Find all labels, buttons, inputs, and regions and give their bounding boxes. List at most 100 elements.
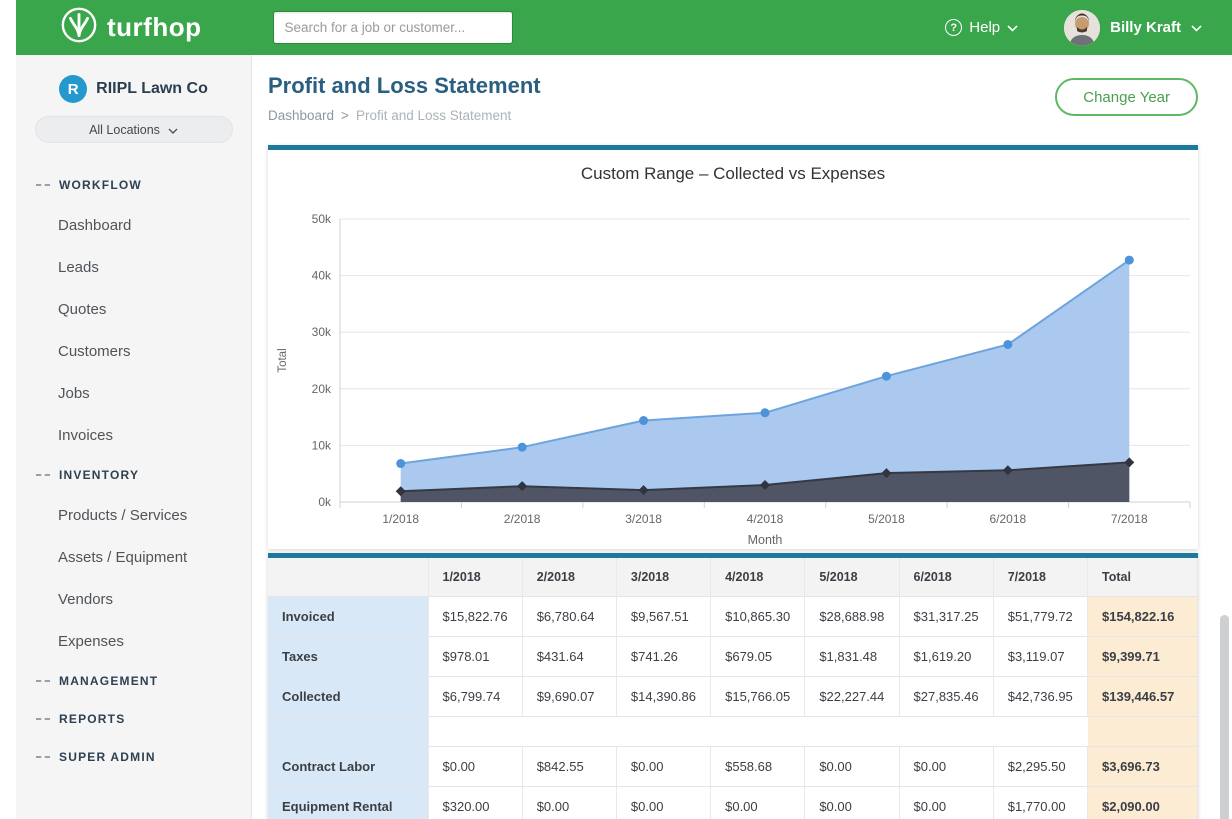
- sidebar-item-products-services[interactable]: Products / Services: [16, 494, 251, 536]
- breadcrumb: Dashboard > Profit and Loss Statement: [268, 108, 1198, 123]
- svg-text:40k: 40k: [312, 269, 332, 283]
- help-icon: ?: [945, 19, 962, 36]
- total-cell: $139,446.57: [1088, 676, 1198, 716]
- value-cell: $9,690.07: [522, 676, 616, 716]
- dashes-icon: [36, 474, 50, 476]
- value-cell: [428, 716, 522, 746]
- sidebar-item-customers[interactable]: Customers: [16, 330, 251, 372]
- svg-text:Total: Total: [277, 348, 289, 372]
- column-header: Total: [1088, 558, 1198, 596]
- location-selector[interactable]: All Locations: [35, 116, 233, 143]
- value-cell: [805, 716, 899, 746]
- total-cell: $9,399.71: [1088, 636, 1198, 676]
- sidebar-section-label: MANAGEMENT: [59, 674, 158, 688]
- breadcrumb-separator: >: [341, 108, 349, 123]
- help-label: Help: [969, 19, 1000, 36]
- total-cell: $154,822.16: [1088, 596, 1198, 636]
- sidebar-item-assets-equipment[interactable]: Assets / Equipment: [16, 536, 251, 578]
- sidebar-section-inventory[interactable]: INVENTORY: [16, 456, 251, 494]
- sidebar-section-workflow[interactable]: WORKFLOW: [16, 166, 251, 204]
- user-name: Billy Kraft: [1110, 19, 1181, 36]
- value-cell: $51,779.72: [993, 596, 1087, 636]
- help-menu[interactable]: ? Help: [945, 19, 1018, 36]
- chevron-down-icon: [1191, 19, 1202, 36]
- sidebar-item-quotes[interactable]: Quotes: [16, 288, 251, 330]
- column-header: 6/2018: [899, 558, 993, 596]
- value-cell: [522, 716, 616, 746]
- value-cell: $6,780.64: [522, 596, 616, 636]
- sidebar-section-label: WORKFLOW: [59, 178, 142, 192]
- dashes-icon: [36, 680, 50, 682]
- value-cell: $15,766.05: [711, 676, 805, 716]
- value-cell: $679.05: [711, 636, 805, 676]
- sidebar-item-dashboard[interactable]: Dashboard: [16, 204, 251, 246]
- svg-text:7/2018: 7/2018: [1111, 512, 1148, 526]
- dashes-icon: [36, 184, 50, 186]
- table-row: Equipment Rental$320.00$0.00$0.00$0.00$0…: [268, 786, 1198, 819]
- value-cell: $1,619.20: [899, 636, 993, 676]
- sidebar-item-leads[interactable]: Leads: [16, 246, 251, 288]
- svg-text:30k: 30k: [312, 325, 332, 339]
- value-cell: $0.00: [616, 786, 710, 819]
- sidebar-item-expenses[interactable]: Expenses: [16, 620, 251, 662]
- turfhop-grass-icon: [60, 6, 98, 49]
- chevron-down-icon: [1007, 19, 1018, 36]
- value-cell: $741.26: [616, 636, 710, 676]
- vertical-scrollbar-thumb[interactable]: [1220, 615, 1229, 819]
- column-header: 2/2018: [522, 558, 616, 596]
- sidebar-section-reports[interactable]: REPORTS: [16, 700, 251, 738]
- svg-text:1/2018: 1/2018: [382, 512, 419, 526]
- sidebar-item-invoices[interactable]: Invoices: [16, 414, 251, 456]
- sidebar-item-jobs[interactable]: Jobs: [16, 372, 251, 414]
- value-cell: $0.00: [711, 786, 805, 819]
- row-label-cell: [268, 716, 428, 746]
- sidebar-section-label: SUPER ADMIN: [59, 750, 156, 764]
- svg-text:4/2018: 4/2018: [747, 512, 784, 526]
- company-header: R RIIPL Lawn Co: [16, 55, 251, 103]
- value-cell: $28,688.98: [805, 596, 899, 636]
- sidebar-section-management[interactable]: MANAGEMENT: [16, 662, 251, 700]
- sidebar-nav: WORKFLOW DashboardLeadsQuotesCustomersJob…: [16, 166, 251, 776]
- user-menu[interactable]: Billy Kraft: [1064, 10, 1202, 46]
- sidebar-section-super-admin[interactable]: SUPER ADMIN: [16, 738, 251, 776]
- value-cell: $558.68: [711, 746, 805, 786]
- location-selector-label: All Locations: [89, 123, 160, 137]
- change-year-button[interactable]: Change Year: [1055, 78, 1198, 116]
- search-input[interactable]: [273, 11, 513, 44]
- value-cell: $42,736.95: [993, 676, 1087, 716]
- svg-text:6/2018: 6/2018: [990, 512, 1027, 526]
- value-cell: $978.01: [428, 636, 522, 676]
- page: turfhop ? Help Billy Kraft: [0, 0, 1232, 819]
- logo-text: turfhop: [107, 12, 201, 43]
- chart-title: Custom Range – Collected vs Expenses: [268, 164, 1198, 188]
- dashes-icon: [36, 718, 50, 720]
- value-cell: $6,799.74: [428, 676, 522, 716]
- breadcrumb-dashboard-link[interactable]: Dashboard: [268, 108, 334, 123]
- column-header: 5/2018: [805, 558, 899, 596]
- turfhop-logo[interactable]: turfhop: [60, 6, 201, 49]
- value-cell: $9,567.51: [616, 596, 710, 636]
- breadcrumb-current: Profit and Loss Statement: [356, 108, 511, 123]
- value-cell: $22,227.44: [805, 676, 899, 716]
- value-cell: $15,822.76: [428, 596, 522, 636]
- value-cell: $0.00: [428, 746, 522, 786]
- dashes-icon: [36, 756, 50, 758]
- collected-vs-expenses-chart: 0k10k20k30k40k50k1/20182/20183/20184/201…: [268, 196, 1198, 548]
- table-row: Collected$6,799.74$9,690.07$14,390.86$15…: [268, 676, 1198, 716]
- avatar: [1064, 10, 1100, 46]
- column-header: 4/2018: [711, 558, 805, 596]
- value-cell: [711, 716, 805, 746]
- value-cell: $0.00: [616, 746, 710, 786]
- column-header: 7/2018: [993, 558, 1087, 596]
- total-cell: $3,696.73: [1088, 746, 1198, 786]
- value-cell: [899, 716, 993, 746]
- sidebar-item-vendors[interactable]: Vendors: [16, 578, 251, 620]
- svg-text:0k: 0k: [318, 495, 332, 509]
- sidebar-section-label: REPORTS: [59, 712, 125, 726]
- svg-text:3/2018: 3/2018: [625, 512, 662, 526]
- company-badge-icon: R: [59, 75, 87, 103]
- value-cell: $0.00: [899, 746, 993, 786]
- value-cell: $0.00: [899, 786, 993, 819]
- value-cell: $27,835.46: [899, 676, 993, 716]
- table-row: Invoiced$15,822.76$6,780.64$9,567.51$10,…: [268, 596, 1198, 636]
